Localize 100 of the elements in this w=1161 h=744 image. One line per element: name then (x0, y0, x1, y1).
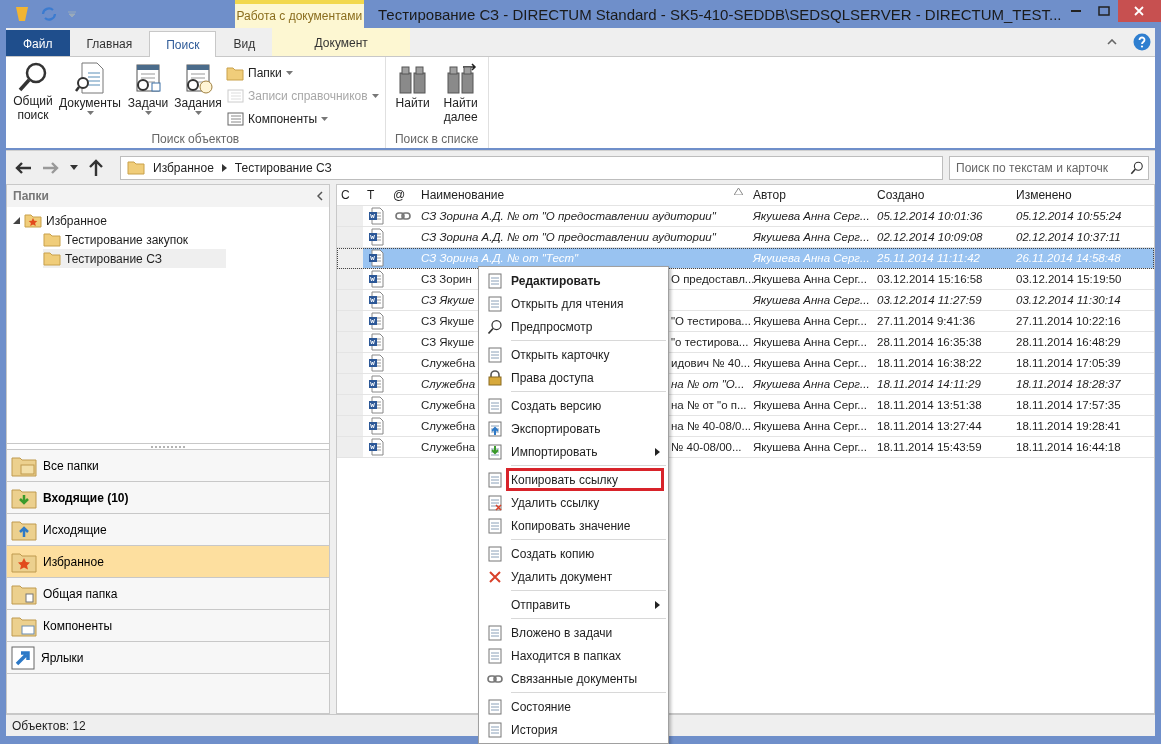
table-cell-text: О предоставл... (670, 273, 755, 285)
list-icon (226, 88, 244, 104)
table-cell-text: Служебна (420, 357, 476, 369)
ribbon-button[interactable]: Папки (224, 63, 381, 83)
table-cell-text: Якушева Анна Серг... (752, 399, 868, 411)
table-cell-text: 27.11.2014 9:41:36 (876, 315, 977, 327)
collapse-ribbon-icon[interactable] (1107, 39, 1117, 45)
ribbon-button[interactable]: Задания (174, 59, 222, 132)
menu-item[interactable]: Вложено в задачи (506, 621, 664, 644)
outbox-folder-icon (11, 518, 37, 541)
group-label: Поиск в списке (393, 132, 480, 148)
tree-item[interactable]: Тестирование СЗ (43, 249, 226, 268)
word-document-icon (368, 312, 384, 330)
expand-arrow-icon[interactable] (13, 217, 20, 224)
caret-icon (371, 94, 379, 98)
table-cell-text: 03.12.2014 11:30:14 (1015, 294, 1122, 306)
table-cell-text: 03.12.2014 15:16:58 (876, 273, 984, 285)
column-header[interactable]: Автор (749, 188, 873, 202)
menu-item[interactable]: История (506, 718, 664, 741)
breadcrumb-arrow-icon (221, 163, 227, 172)
tree-item[interactable]: Тестирование закупок (43, 230, 193, 249)
menu-item[interactable]: Удалить ссылку (506, 491, 664, 514)
context-tab-group-label: Работа с документами (234, 0, 365, 28)
close-button[interactable] (1117, 0, 1161, 22)
ribbon-button[interactable]: Компоненты (224, 109, 381, 129)
menu-item[interactable]: Отправить (506, 593, 664, 616)
menu-item[interactable]: Копировать значение (506, 514, 664, 537)
menu-item[interactable]: Создать версию (506, 394, 664, 417)
menu-item[interactable]: Копировать ссылку (506, 468, 664, 491)
status-text: Объектов: 12 (12, 718, 86, 733)
ribbon-tab[interactable]: Главная (69, 30, 150, 56)
ribbon-button[interactable]: Найти далее (437, 59, 484, 132)
navigation-button[interactable]: Избранное (7, 545, 329, 577)
navigation-button[interactable]: Исходящие (7, 513, 329, 545)
word-document-icon (368, 249, 384, 267)
caret-icon (285, 71, 293, 75)
folder-icon (43, 232, 61, 247)
ribbon-tab[interactable]: Документ (272, 28, 411, 56)
panel-title: Папки (13, 189, 49, 203)
ribbon-button[interactable]: Задачи (124, 59, 172, 132)
ribbon-tab[interactable]: Файл (6, 30, 70, 56)
back-arrow-icon (14, 160, 32, 175)
column-header[interactable]: Создано (873, 188, 1012, 202)
delete-icon (488, 569, 502, 584)
word-document-icon (368, 270, 384, 288)
column-header[interactable]: Т (363, 188, 389, 202)
history-dropdown-button[interactable] (68, 163, 80, 172)
star-folder-icon (24, 213, 42, 228)
navigation-button[interactable]: Общая папка (7, 577, 329, 609)
help-icon[interactable] (1133, 33, 1151, 51)
column-header[interactable]: С (337, 188, 363, 202)
table-cell-text: Якушева Анна Серг... (752, 357, 868, 369)
ribbon-tab[interactable]: Поиск (149, 31, 217, 57)
folders-icon (11, 454, 37, 477)
menu-item[interactable]: Редактировать (506, 269, 664, 292)
navigation-button[interactable]: Входящие (10) (7, 481, 329, 513)
table-cell-text: 18.11.2014 13:27:44 (876, 420, 983, 432)
table-cell-text: Якушева Анна Серг... (752, 294, 871, 306)
table-cell-text: на № 40-08/0... (670, 420, 752, 432)
table-cell-text: 18.11.2014 17:05:39 (1015, 357, 1122, 369)
table-cell-text: 05.12.2014 10:01:36 (876, 210, 984, 222)
import-icon (487, 443, 503, 460)
column-header[interactable]: Наименование (417, 188, 749, 202)
menu-item[interactable]: Экспортировать (506, 417, 664, 440)
menu-item[interactable]: Находится в папках (506, 644, 664, 667)
menu-item[interactable]: Создать копию (506, 542, 664, 565)
navigation-button[interactable]: Все папки (7, 449, 329, 481)
table-cell-text: 18.11.2014 14:11:29 (876, 378, 982, 390)
table-cell-text: 18.11.2014 16:44:18 (1015, 441, 1122, 453)
splitter-grip-icon[interactable] (151, 445, 185, 448)
ribbon-tab[interactable]: Вид (216, 30, 273, 56)
table-cell-text: СЗ Якуше (420, 294, 475, 306)
up-arrow-icon (88, 158, 104, 177)
table-cell-text: СЗ Зорина А.Д. № от "О предоставлении аудитории" (420, 210, 716, 222)
folder-icon (43, 251, 61, 266)
navigation-button[interactable]: Ярлыки (7, 641, 329, 673)
collapse-panel-icon[interactable] (317, 191, 323, 201)
menu-item[interactable]: Состояние (506, 695, 664, 718)
ribbon-button[interactable]: Общий поиск (10, 59, 56, 132)
address-bar[interactable]: Избранное Тестирование СЗ (120, 155, 943, 180)
ribbon-button[interactable]: Документы (58, 59, 122, 132)
word-document-icon (368, 333, 384, 351)
search-field[interactable]: Поиск по текстам и карточк (949, 155, 1149, 180)
column-header[interactable]: @ (389, 188, 417, 202)
table-cell-text: "О тестирова... (670, 315, 751, 327)
export-icon (487, 420, 503, 437)
window-title: Тестирование СЗ - DIRECTUM Standard - SK5-410-SEDDB\SEDSQLSERVER - DIRECTUM_TEST... (377, 4, 1062, 25)
table-cell-text: 03.12.2014 11:27:59 (876, 294, 983, 306)
navigation-button[interactable]: Компоненты (7, 609, 329, 641)
table-cell-text: на № от "О... (670, 378, 745, 390)
menu-item[interactable]: Связанные документы (506, 667, 664, 690)
menu-item[interactable]: Удалить документ (506, 565, 664, 588)
table-cell-text: Якушева Анна Серг... (752, 315, 868, 327)
tree-item[interactable]: Избранное (24, 211, 111, 230)
column-header[interactable]: Изменено (1012, 188, 1154, 202)
table-cell-text: идович № 40... (670, 357, 751, 369)
ribbon-button[interactable]: Найти (389, 59, 436, 132)
breadcrumb[interactable]: Тестирование СЗ (234, 160, 332, 175)
breadcrumb[interactable]: Избранное (153, 160, 214, 175)
table-cell-text: "о тестирова... (670, 336, 749, 348)
